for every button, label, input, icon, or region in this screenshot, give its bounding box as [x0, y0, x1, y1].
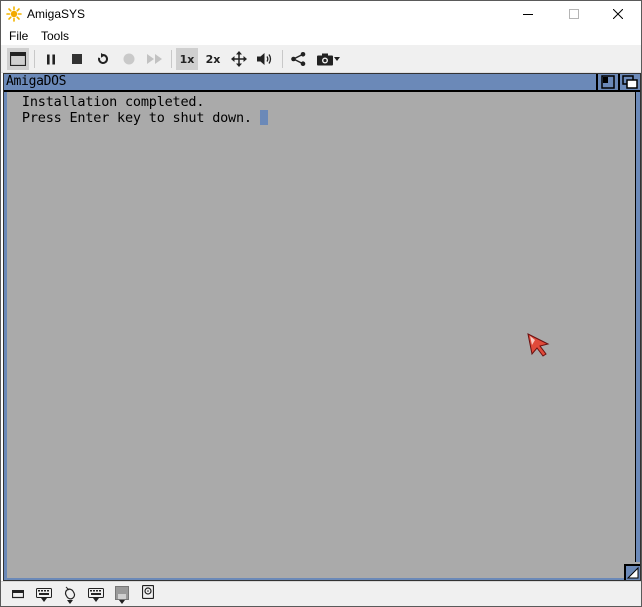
amiga-zoom-gadget[interactable] — [596, 74, 618, 90]
pause-icon — [47, 54, 55, 64]
fast-forward-icon — [147, 54, 162, 64]
mouse-icon — [64, 586, 76, 600]
keyboard-alt-status[interactable] — [86, 585, 106, 605]
console-line: Installation completed. — [14, 94, 205, 110]
minimize-button[interactable] — [505, 1, 551, 27]
share-icon — [290, 52, 305, 66]
chevron-down-icon — [67, 600, 73, 604]
floppy-status[interactable] — [112, 585, 132, 605]
toolbar-separator — [282, 50, 283, 68]
text-cursor — [259, 110, 268, 125]
volume-button[interactable] — [254, 48, 276, 70]
harddisk-icon — [142, 585, 154, 599]
scale-1x-label: 1x — [179, 52, 195, 66]
chevron-down-icon — [41, 598, 47, 602]
harddisk-status[interactable] — [138, 585, 158, 605]
toolbar-separator — [34, 50, 35, 68]
menu-tools[interactable]: Tools — [39, 28, 71, 44]
menu-file[interactable]: File — [7, 28, 30, 44]
record-button[interactable] — [118, 48, 140, 70]
chevron-down-icon — [333, 57, 340, 61]
window-title: AmigaSYS — [27, 7, 86, 21]
move-button[interactable] — [228, 48, 250, 70]
scale-1x-button[interactable]: 1x — [176, 48, 198, 70]
amigasys-sun-icon — [6, 6, 22, 22]
resize-gadget-icon — [626, 566, 639, 579]
toolbar: 1x 2x — [1, 45, 641, 73]
amigados-window-title: AmigaDOS — [6, 74, 67, 89]
amiga-left-border — [4, 92, 7, 580]
minimize-icon — [523, 14, 533, 15]
amiga-mouse-pointer-icon — [527, 333, 550, 357]
record-icon — [123, 53, 135, 65]
display-icon — [12, 590, 24, 599]
toolbar-separator — [171, 50, 172, 68]
stop-icon — [72, 54, 82, 64]
pause-button[interactable] — [40, 48, 62, 70]
floppy-icon — [115, 586, 129, 600]
fast-forward-button[interactable] — [144, 48, 166, 70]
mouse-status[interactable] — [60, 585, 80, 605]
reset-icon — [98, 53, 109, 64]
maximize-icon — [569, 9, 579, 19]
amiga-screen[interactable]: AmigaDOS Installation completed. Press E… — [3, 73, 641, 581]
camera-icon — [316, 53, 333, 65]
amiga-right-border — [635, 92, 640, 562]
close-icon — [613, 9, 623, 19]
window-mode-button[interactable] — [7, 48, 29, 70]
screenshot-button[interactable] — [313, 48, 343, 70]
console-line-with-cursor: Press Enter key to shut down. — [14, 110, 268, 126]
chevron-down-icon — [93, 598, 99, 602]
scale-2x-button[interactable]: 2x — [202, 48, 224, 70]
amigados-title-bar[interactable]: AmigaDOS — [4, 74, 640, 92]
display-status[interactable] — [8, 585, 28, 605]
scale-2x-label: 2x — [205, 52, 221, 66]
app-window: AmigaSYS File Tools 1x 2x AmigaDOS Insta… — [0, 0, 642, 607]
console-line: Press Enter key to shut down. — [14, 110, 252, 126]
chevron-down-icon — [119, 600, 125, 604]
console-output[interactable]: Installation completed. Press Enter key … — [14, 94, 268, 126]
window-mode-icon — [10, 52, 26, 66]
status-bar — [1, 581, 641, 606]
reset-button[interactable] — [92, 48, 114, 70]
amiga-depth-gadget[interactable] — [618, 74, 640, 90]
title-bar: AmigaSYS — [1, 1, 641, 27]
share-button[interactable] — [287, 48, 309, 70]
maximize-button[interactable] — [551, 1, 597, 27]
volume-icon — [257, 53, 272, 65]
keyboard-alt-icon — [88, 588, 104, 598]
depth-gadget-icon — [622, 75, 638, 89]
amiga-resize-gadget[interactable] — [624, 564, 640, 580]
menu-bar: File Tools — [1, 27, 641, 45]
move-icon — [231, 51, 247, 67]
amiga-bottom-border — [4, 578, 624, 580]
stop-button[interactable] — [66, 48, 88, 70]
keyboard-status[interactable] — [34, 585, 54, 605]
keyboard-icon — [36, 588, 52, 598]
zoom-gadget-icon — [601, 75, 615, 89]
close-button[interactable] — [595, 1, 641, 27]
